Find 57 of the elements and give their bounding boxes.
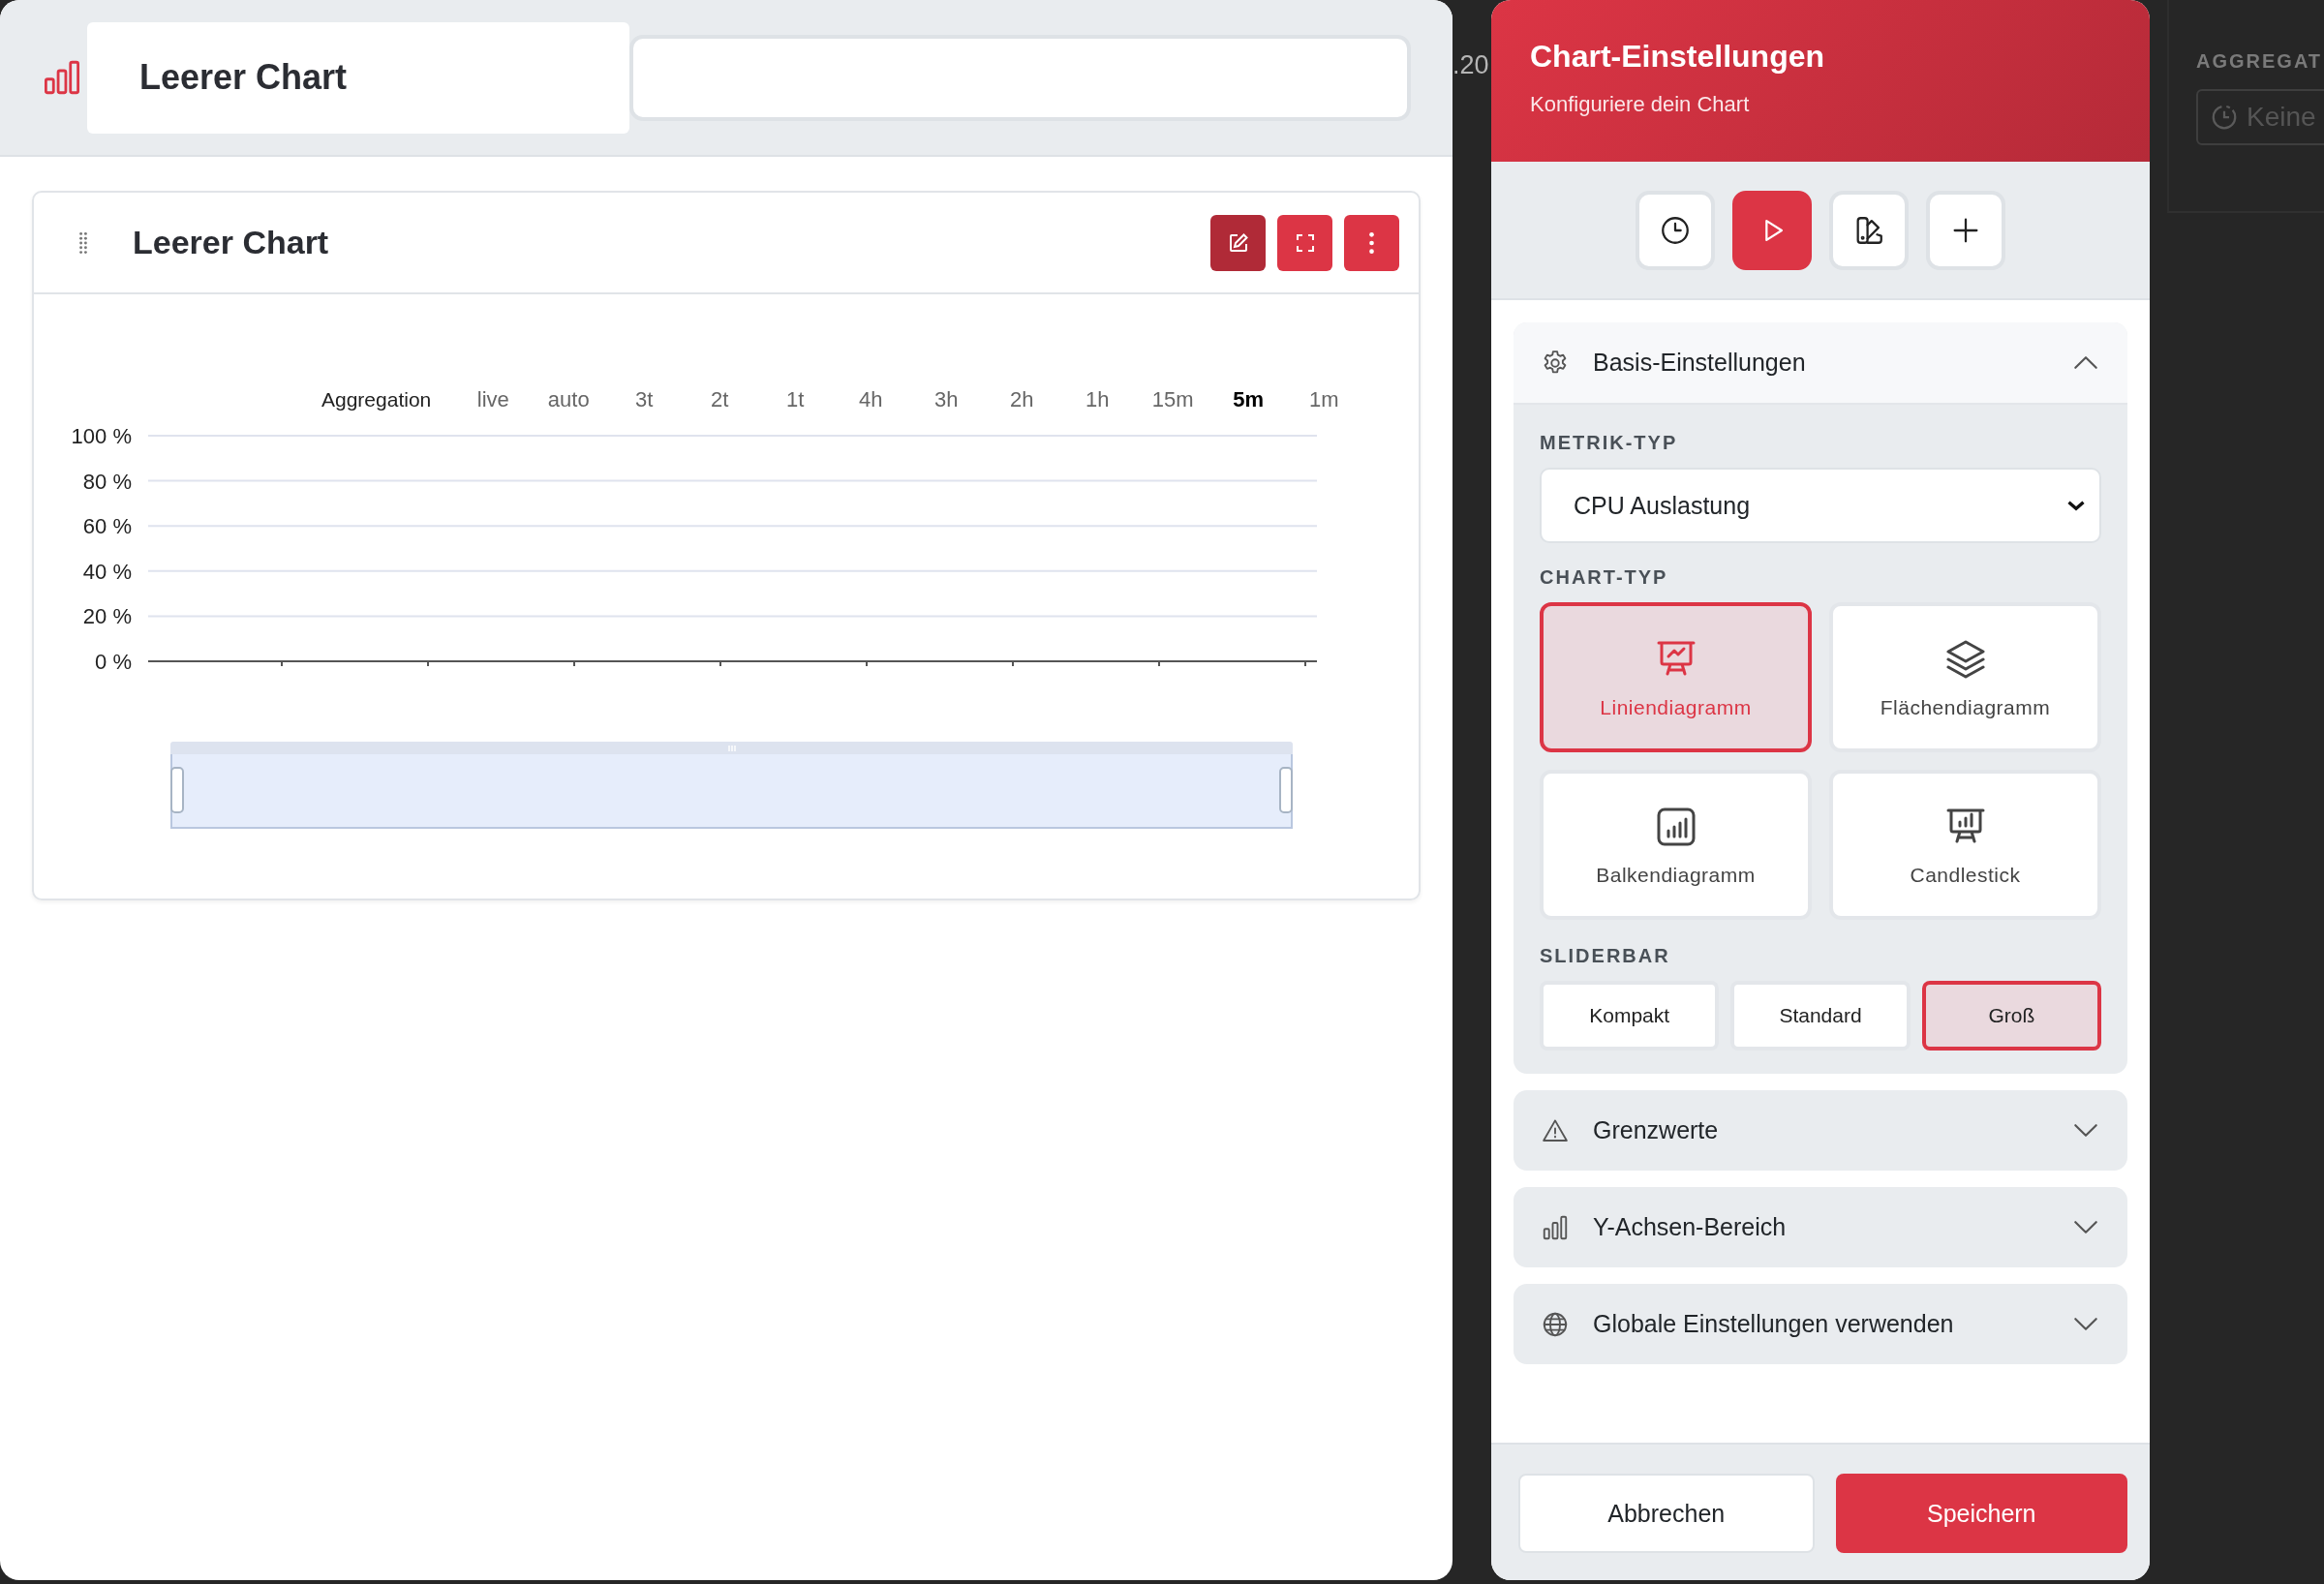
chart-type-option[interactable]: Flächendiagramm — [1829, 602, 2101, 752]
chart-title: Leerer Chart — [87, 21, 629, 134]
chart-type-option[interactable]: Candlestick — [1829, 770, 2101, 920]
y-axis-label: 100 % — [71, 424, 132, 448]
field-label: SLIDERBAR — [1540, 945, 1671, 967]
cancel-button[interactable]: Abbrechen — [1518, 1474, 1815, 1553]
chevron-down-icon — [2073, 1123, 2098, 1138]
clock-icon — [2210, 103, 2239, 132]
section-header[interactable]: Basis-Einstellungen — [1514, 322, 2127, 405]
y-axis-label: 0 % — [95, 650, 132, 674]
aggregation-option[interactable]: 15m — [1149, 387, 1197, 412]
background-text: .20 — [1452, 50, 1490, 80]
drag-handle-icon[interactable] — [78, 230, 88, 255]
field-label: METRIK-TYP — [1540, 432, 1679, 454]
y-axis-label: 20 % — [82, 604, 132, 629]
y-axis-label: 80 % — [82, 469, 132, 494]
field-label: CHART-TYP — [1540, 566, 1669, 589]
aggregation-option[interactable]: 1h — [1074, 387, 1121, 412]
aggregation-option[interactable]: 4h — [847, 387, 895, 412]
chevron-down-icon — [2073, 1220, 2098, 1234]
aggregation-option[interactable]: auto — [545, 387, 593, 412]
aggregation-option[interactable]: 3h — [923, 387, 970, 412]
aggregation-option[interactable]: 1m — [1300, 387, 1348, 412]
widget-title: Leerer Chart — [133, 224, 329, 261]
aggregation-option[interactable]: 2t — [696, 387, 744, 412]
size-option[interactable]: Groß — [1921, 981, 2101, 1051]
more-button[interactable] — [1344, 214, 1399, 271]
swatch-button[interactable] — [1829, 190, 1909, 270]
aggregation-option[interactable]: 3t — [621, 387, 668, 412]
chevron-up-icon — [2073, 355, 2098, 370]
edit-button[interactable] — [1210, 214, 1266, 271]
aggregation-option[interactable]: 2h — [998, 387, 1046, 412]
aggregation-option[interactable]: live — [470, 387, 517, 412]
panel-subtitle: Konfiguriere dein Chart — [1530, 92, 1751, 117]
size-option[interactable]: Standard — [1730, 981, 1911, 1051]
history-button[interactable] — [1636, 190, 1715, 270]
y-axis-label: 40 % — [82, 559, 132, 584]
y-axis-label: 60 % — [82, 514, 132, 539]
aggregation-option[interactable]: 5m — [1225, 387, 1272, 412]
slider-handle[interactable] — [1279, 767, 1293, 813]
slider-handle[interactable] — [170, 767, 184, 813]
chevron-down-icon — [2066, 500, 2086, 511]
column-label: AGGREGAT — [2196, 50, 2324, 73]
fullscreen-button[interactable] — [1277, 214, 1332, 271]
chevron-down-icon — [2073, 1317, 2098, 1331]
metric-select[interactable]: CPU Auslastung — [1540, 468, 2101, 543]
aggregation-option[interactable]: 1t — [772, 387, 819, 412]
aggregation-label: Aggregation — [321, 388, 432, 411]
input-field[interactable] — [629, 34, 1411, 121]
chart-type-option[interactable]: Balkendiagramm — [1540, 770, 1812, 920]
save-button[interactable]: Speichern — [1835, 1474, 2127, 1553]
play-button[interactable] — [1732, 190, 1812, 270]
grip-icon — [726, 744, 737, 752]
size-option[interactable]: Kompakt — [1540, 981, 1720, 1051]
more-icon — [1369, 231, 1374, 254]
chart-type-option[interactable]: Liniendiagramm — [1540, 602, 1812, 752]
panel-title: Chart-Einstellungen — [1530, 39, 1825, 75]
